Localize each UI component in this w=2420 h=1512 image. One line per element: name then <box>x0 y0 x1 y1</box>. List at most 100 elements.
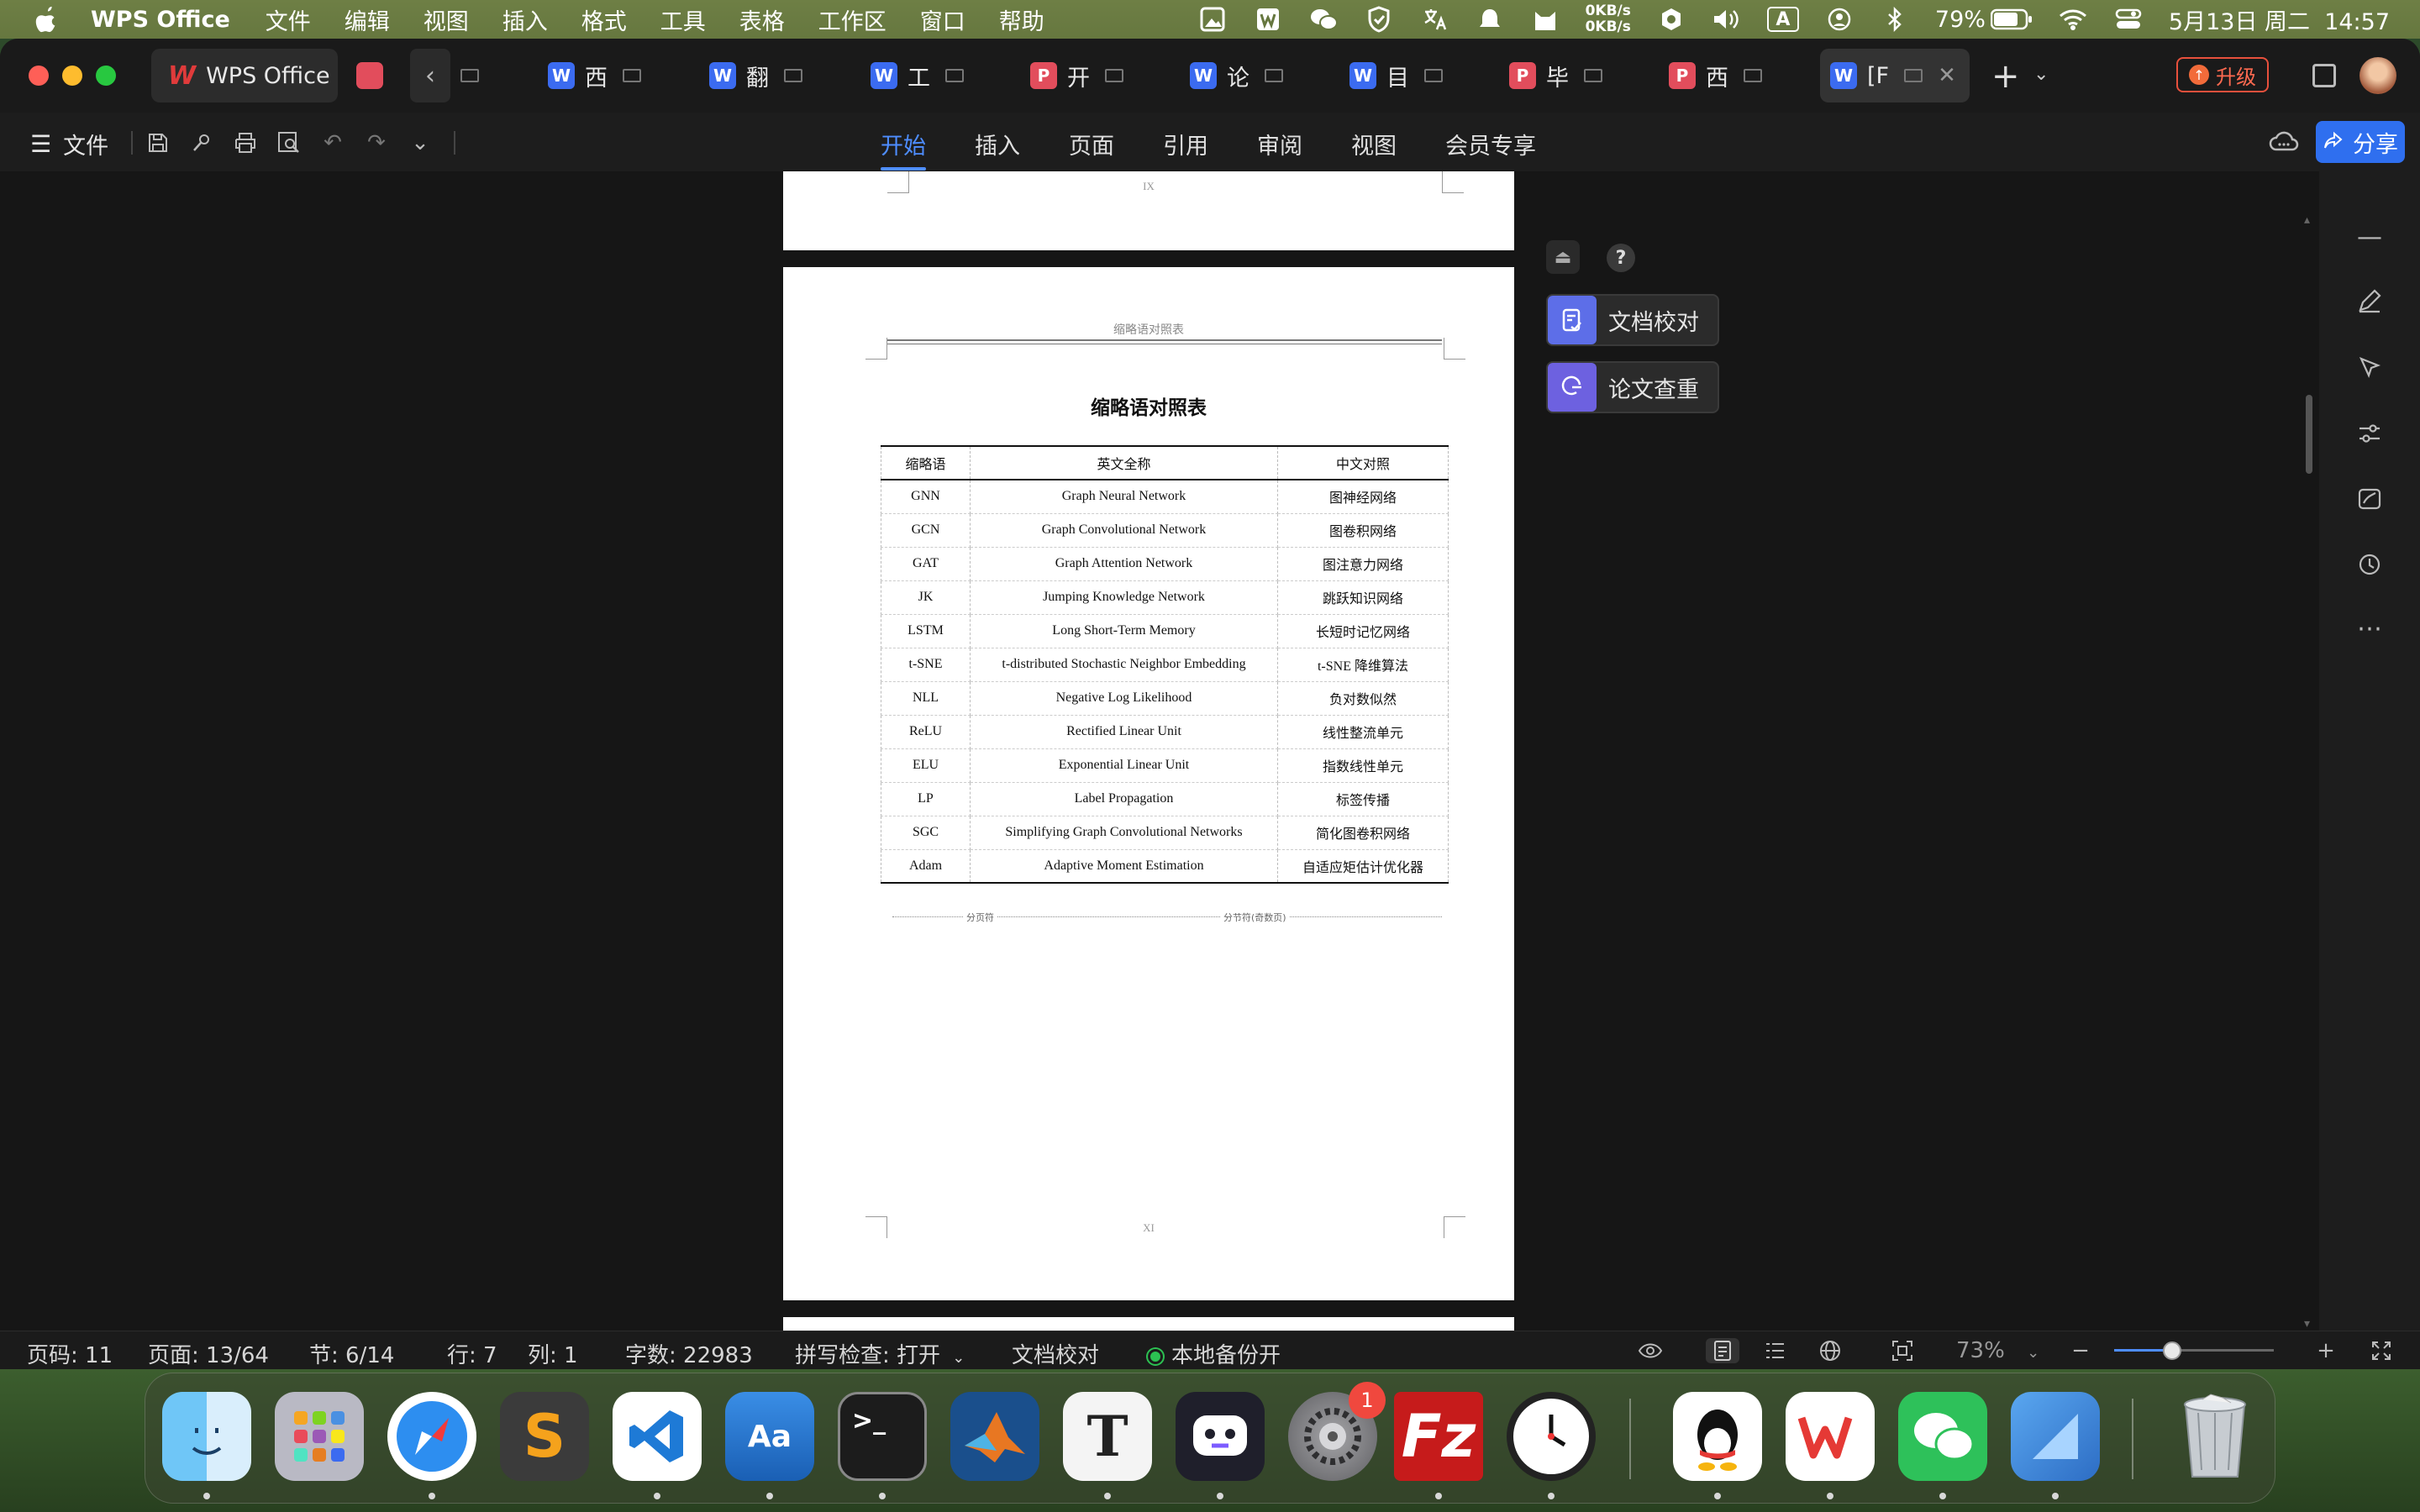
table-cell[interactable]: t-distributed Stochastic Neighbor Embedd… <box>970 648 1278 682</box>
tab-member-exclusive[interactable]: 会员专享 <box>1445 128 1536 160</box>
undo-icon[interactable]: ↶ <box>319 129 346 156</box>
table-cell[interactable]: ReLU <box>881 715 971 749</box>
table-cell[interactable]: LSTM <box>881 614 971 648</box>
zoom-in-plus-icon[interactable]: + <box>2312 1338 2339 1363</box>
tab-doc-5[interactable]: W 论 <box>1190 49 1283 102</box>
fullscreen-icon[interactable] <box>2368 1338 2395 1363</box>
status-column[interactable]: 列: 1 <box>528 1338 578 1369</box>
table-cell[interactable]: Jumping Knowledge Network <box>970 580 1278 615</box>
user-account-icon[interactable] <box>1824 6 1854 33</box>
pdf-tab-icon[interactable] <box>356 62 383 89</box>
table-cell[interactable]: 长短时记忆网络 <box>1277 614 1449 648</box>
zoom-slider-knob[interactable] <box>2163 1341 2181 1360</box>
date-time[interactable]: 5月13日 周二 14:57 <box>2169 3 2390 36</box>
clock-icon[interactable] <box>1507 1392 1596 1481</box>
save-icon[interactable] <box>145 129 171 156</box>
minimize-window-button[interactable] <box>62 66 82 86</box>
table-cell[interactable]: 简化图卷积网络 <box>1277 816 1449 850</box>
tab-doc-2[interactable]: W 翻 <box>709 49 802 102</box>
cat-icon[interactable] <box>1530 6 1560 33</box>
more-options-icon[interactable]: ⋯ <box>2354 613 2385 643</box>
document-page[interactable]: 缩略语对照表 缩略语对照表 缩略语 英文全称 中文对照 GNN Graph Neu… <box>783 267 1514 1300</box>
wps-tray-icon[interactable] <box>1253 6 1283 33</box>
menu-help[interactable]: 帮助 <box>999 3 1044 36</box>
tab-doc-4[interactable]: P 开 <box>1030 49 1123 102</box>
menu-edit[interactable]: 编辑 <box>345 3 390 36</box>
menu-format[interactable]: 格式 <box>581 3 627 36</box>
tab-view[interactable]: 视图 <box>1351 128 1397 160</box>
apple-icon[interactable] <box>34 5 60 34</box>
table-cell[interactable]: Exponential Linear Unit <box>970 748 1278 783</box>
finder-icon[interactable] <box>162 1392 251 1481</box>
history-icon[interactable] <box>2354 549 2385 580</box>
sublime-text-icon[interactable]: S <box>500 1392 589 1481</box>
pen-edit-icon[interactable] <box>2354 286 2385 316</box>
menu-view[interactable]: 视图 <box>424 3 469 36</box>
table-cell[interactable]: GAT <box>881 547 971 581</box>
table-cell[interactable]: 线性整流单元 <box>1277 715 1449 749</box>
scroll-down-arrow-icon[interactable]: ▾ <box>2304 1317 2310 1331</box>
tab-doc-3[interactable]: W 工 <box>871 49 964 102</box>
plagiarism-check-button[interactable]: 论文查重 <box>1546 361 1719 413</box>
cloud-sync-icon[interactable] <box>2269 129 2299 155</box>
table-cell[interactable]: 负对数似然 <box>1277 681 1449 716</box>
status-row[interactable]: 行: 7 <box>447 1338 497 1369</box>
translate-icon[interactable] <box>1419 6 1449 33</box>
table-cell[interactable]: ELU <box>881 748 971 783</box>
split-layout-icon[interactable] <box>2312 64 2336 87</box>
image-tool-icon[interactable] <box>2354 484 2385 514</box>
volume-icon[interactable] <box>1712 6 1742 33</box>
user-avatar[interactable] <box>2360 57 2396 94</box>
wifi-icon[interactable] <box>2058 6 2088 33</box>
vscode-icon[interactable] <box>613 1392 702 1481</box>
document-proofread-button[interactable]: 文档校对 <box>1546 294 1719 346</box>
control-center-icon[interactable] <box>2113 6 2144 33</box>
upgrade-button[interactable]: ↑ 升级 <box>2176 57 2269 92</box>
menu-workspace[interactable]: 工作区 <box>818 3 886 36</box>
table-cell[interactable]: Simplifying Graph Convolutional Networks <box>970 816 1278 850</box>
tab-references[interactable]: 引用 <box>1163 128 1208 160</box>
table-cell[interactable]: Graph Attention Network <box>970 547 1278 581</box>
tab-doc-9-active[interactable]: W [F ✕ <box>1820 49 1970 102</box>
outline-view-icon[interactable] <box>1761 1338 1788 1363</box>
close-tab-icon[interactable]: ✕ <box>1938 63 1956 88</box>
close-window-button[interactable] <box>29 66 49 86</box>
app-name-menu[interactable]: WPS Office <box>91 7 230 33</box>
table-cell[interactable]: JK <box>881 580 971 615</box>
matlab-icon[interactable] <box>950 1392 1039 1481</box>
vertical-scrollbar[interactable]: ▴ ▾ <box>2302 213 2319 1331</box>
shield-icon[interactable] <box>1364 6 1394 33</box>
wechat-tray-icon[interactable] <box>1308 6 1339 33</box>
status-section[interactable]: 节: 6/14 <box>309 1338 394 1369</box>
safari-icon[interactable] <box>387 1392 476 1481</box>
table-cell[interactable]: 跳跃知识网络 <box>1277 580 1449 615</box>
preview-app-icon[interactable] <box>2011 1392 2100 1481</box>
table-cell[interactable]: Label Propagation <box>970 782 1278 816</box>
tab-doc-7[interactable]: P 毕 <box>1509 49 1602 102</box>
table-cell[interactable]: Graph Neural Network <box>970 480 1278 514</box>
terminal-icon[interactable]: >_ <box>838 1392 927 1481</box>
table-header-cell[interactable]: 缩略语 <box>881 445 971 480</box>
table-cell[interactable]: 自适应矩估计优化器 <box>1277 849 1449 884</box>
tab-page[interactable]: 页面 <box>1069 128 1114 160</box>
document-title[interactable]: 缩略语对照表 <box>783 391 1514 420</box>
tab-doc-1[interactable]: W 西 <box>548 49 641 102</box>
tab-review[interactable]: 审阅 <box>1257 128 1302 160</box>
trash-icon[interactable] <box>2170 1392 2260 1481</box>
local-backup-status[interactable]: 本地备份开 <box>1148 1338 1281 1369</box>
table-cell[interactable]: 图神经网络 <box>1277 480 1449 514</box>
table-cell[interactable]: Long Short-Term Memory <box>970 614 1278 648</box>
bluetooth-icon[interactable] <box>1880 6 1910 33</box>
more-commands-chevron-down-icon[interactable]: ⌄ <box>407 129 434 156</box>
table-cell[interactable]: 图注意力网络 <box>1277 547 1449 581</box>
redo-icon[interactable]: ↷ <box>363 129 390 156</box>
table-cell[interactable]: t-SNE 降维算法 <box>1277 648 1449 682</box>
menu-window[interactable]: 窗口 <box>920 3 965 36</box>
table-cell[interactable]: t-SNE <box>881 648 971 682</box>
table-cell[interactable]: 图卷积网络 <box>1277 513 1449 548</box>
bell-icon[interactable] <box>1475 6 1505 33</box>
table-cell[interactable]: Adaptive Moment Estimation <box>970 849 1278 884</box>
menu-insert[interactable]: 插入 <box>502 3 548 36</box>
table-cell[interactable]: Graph Convolutional Network <box>970 513 1278 548</box>
fit-page-icon[interactable] <box>1889 1338 1916 1363</box>
